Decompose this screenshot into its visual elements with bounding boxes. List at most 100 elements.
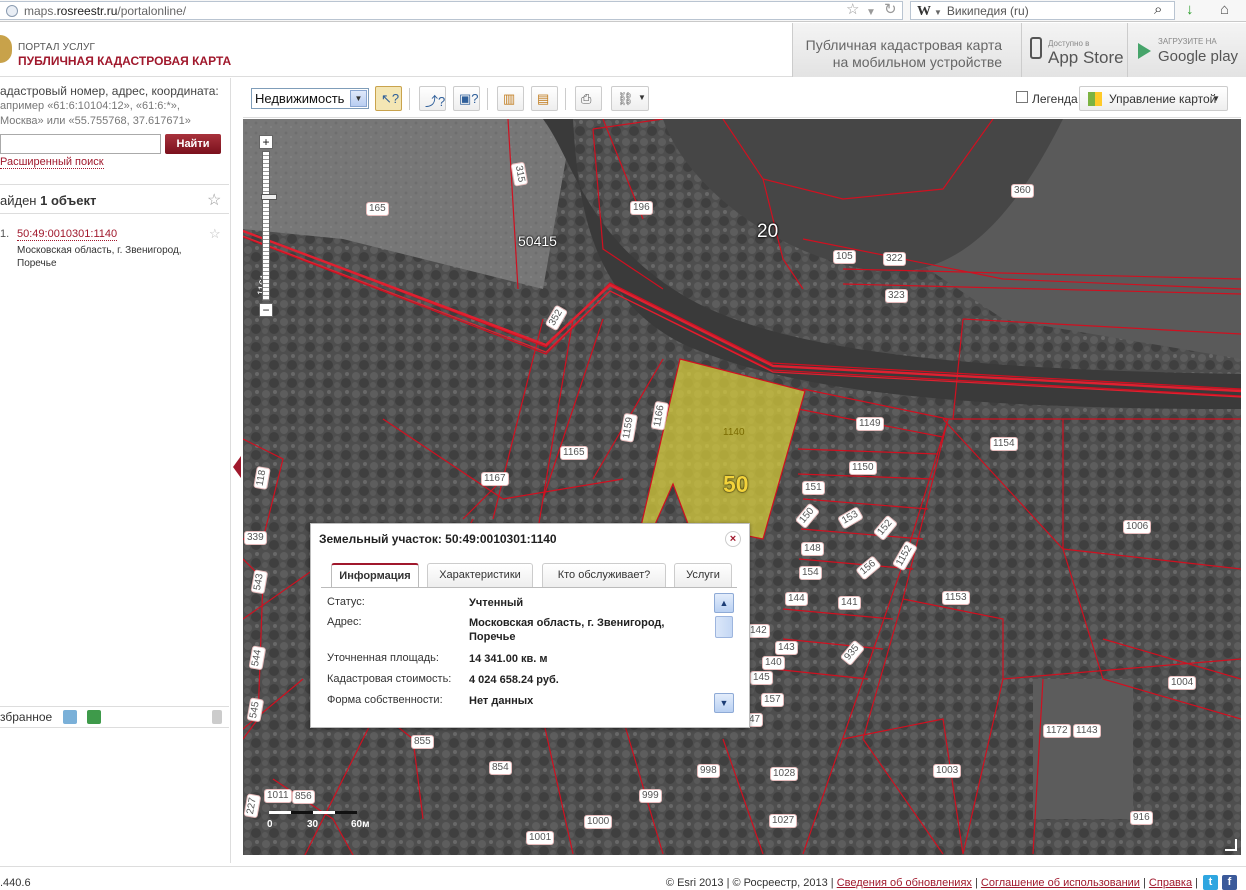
parcel-label[interactable]: 145 — [750, 671, 773, 685]
parcel-label[interactable]: 998 — [697, 764, 720, 778]
scale-label-30: 30 — [307, 819, 319, 830]
brand-title[interactable]: ПУБЛИЧНАЯ КАДАСТРОВАЯ КАРТА — [18, 54, 231, 68]
parcel-label[interactable]: 151 — [802, 481, 825, 495]
result-cadastral-link[interactable]: 50:49:0010301:1140 — [17, 228, 118, 241]
map-canvas[interactable]: 165 196 50415 315 105 322 323 360 352 11… — [243, 119, 1241, 855]
result-star-icon[interactable]: ☆ — [209, 226, 221, 242]
parcel-label[interactable]: 339 — [244, 531, 267, 545]
info-key: Уточненная площадь: — [327, 652, 439, 664]
legend-checkbox[interactable] — [1016, 91, 1028, 103]
identify-tool-button[interactable]: ↖? — [375, 86, 402, 111]
tab-who-serves[interactable]: Кто обслуживает? — [542, 563, 666, 587]
map-control-dropdown[interactable]: Управление картой ▼ — [1079, 86, 1228, 111]
facebook-icon[interactable]: f — [1222, 875, 1237, 890]
map-toolbar: Недвижимость ▼ ↖? ⤴? ▣? ▥ ▤ ⎙ ⛓ ▼ Легенда… — [243, 80, 1241, 118]
favorite-all-star-icon[interactable]: ☆ — [207, 190, 221, 210]
scroll-down-icon[interactable]: ▼ — [714, 693, 734, 713]
parcel-label[interactable]: 143 — [775, 641, 798, 655]
close-icon[interactable]: × — [725, 531, 741, 547]
parcel-label[interactable]: 1000 — [584, 815, 613, 829]
parcel-label[interactable]: 323 — [885, 289, 908, 303]
parcel-label[interactable]: 140 — [762, 656, 785, 670]
parcel-label[interactable]: 148 — [801, 542, 824, 556]
link-button[interactable]: ⛓ ▼ — [611, 86, 649, 111]
reload-icon[interactable]: ↻ — [884, 2, 897, 18]
tab-services[interactable]: Услуги — [674, 563, 732, 587]
parcel-label[interactable]: 916 — [1130, 811, 1153, 825]
parcel-label[interactable]: 856 — [292, 790, 315, 804]
measure-length-button[interactable]: ▥ — [497, 86, 524, 111]
parcel-label[interactable]: 1011 — [264, 789, 292, 803]
parcel-label[interactable]: 1143 — [1073, 724, 1101, 738]
popup-title: Земельный участок: 50:49:0010301:1140 — [319, 532, 557, 546]
phone-icon — [1030, 37, 1042, 59]
print-button[interactable]: ⎙ — [575, 86, 602, 111]
browser-address-bar: maps.rosreestr.ru/portalonline/ ☆ ▼ ↻ W ▼… — [0, 0, 1246, 22]
home-icon[interactable]: ⌂ — [1220, 2, 1229, 18]
scroll-up-icon[interactable]: ▲ — [714, 593, 734, 613]
parcel-label[interactable]: 1003 — [933, 764, 962, 778]
measure-path-button[interactable]: ⤴? — [419, 86, 446, 111]
selected-parcel-label[interactable]: 1140 — [721, 427, 747, 439]
parcel-label[interactable]: 1167 — [481, 472, 509, 486]
layer-select[interactable]: Недвижимость ▼ — [251, 88, 369, 109]
parcel-label[interactable]: 1006 — [1123, 520, 1152, 534]
parcel-label[interactable]: 1001 — [526, 831, 555, 845]
advanced-search-link[interactable]: Расширенный поиск — [0, 156, 104, 169]
parcel-label[interactable]: 142 — [747, 624, 770, 638]
excel-export-icon[interactable] — [87, 710, 101, 724]
resize-corner-icon[interactable] — [1225, 839, 1237, 851]
measure-area-button[interactable]: ▤ — [531, 86, 558, 111]
browser-search-field[interactable]: W ▼ Википедия (ru) — [910, 1, 1175, 20]
collapse-sidebar-arrow[interactable] — [233, 456, 241, 478]
parcel-label[interactable]: 855 — [411, 735, 434, 749]
help-link[interactable]: Справка — [1149, 877, 1192, 889]
parcel-label[interactable]: 360 — [1011, 184, 1034, 198]
area-identify-button[interactable]: ▣? — [453, 86, 480, 111]
parcel-label[interactable]: 154 — [799, 566, 822, 580]
parcel-label[interactable]: 322 — [883, 252, 906, 266]
parcel-label[interactable]: 144 — [785, 592, 808, 606]
engine-dropdown-icon[interactable]: ▼ — [934, 8, 942, 17]
parcel-label[interactable]: 999 — [639, 789, 662, 803]
zoom-out-button[interactable]: − — [259, 303, 273, 317]
zoom-slider-track[interactable] — [261, 151, 277, 301]
parcel-label[interactable]: 165 — [366, 202, 389, 216]
url-host: rosreestr.ru — [56, 4, 118, 18]
export-favorites-icon[interactable] — [63, 710, 77, 724]
parcel-label[interactable]: 1165 — [560, 446, 588, 460]
parcel-label[interactable]: 1153 — [942, 591, 970, 605]
terms-link[interactable]: Соглашение об использовании — [981, 877, 1140, 889]
googleplay-badge[interactable]: ЗАГРУЗИТЕ НА Google play — [1127, 23, 1246, 77]
zoom-slider-thumb[interactable] — [261, 194, 277, 200]
parcel-label[interactable]: 1154 — [990, 437, 1018, 451]
parcel-label[interactable]: 1027 — [769, 814, 798, 828]
parcel-label[interactable]: 854 — [489, 761, 512, 775]
updates-link[interactable]: Сведения об обновлениях — [837, 877, 972, 889]
search-button[interactable]: Найти — [165, 134, 221, 154]
magnifier-icon[interactable]: ⌕ — [1154, 2, 1162, 18]
cadastral-search-input[interactable] — [0, 134, 161, 154]
popup-scrollbar[interactable]: ▲ ▼ — [714, 593, 734, 713]
parcel-label[interactable]: 1028 — [770, 767, 799, 781]
zoom-in-button[interactable]: + — [259, 135, 273, 149]
twitter-icon[interactable]: t — [1203, 875, 1218, 890]
parcel-label[interactable]: 157 — [761, 693, 784, 707]
parcel-label[interactable]: 1149 — [856, 417, 884, 431]
url-dropdown-icon[interactable]: ▼ — [866, 5, 876, 21]
url-field[interactable]: maps.rosreestr.ru/portalonline/ — [0, 1, 903, 20]
parcel-label[interactable]: 1172 — [1043, 724, 1071, 738]
parcel-label[interactable]: 1150 — [849, 461, 877, 475]
download-icon[interactable]: ↓ — [1186, 2, 1194, 18]
tab-information[interactable]: Информация — [331, 563, 419, 588]
parcel-label[interactable]: 196 — [630, 201, 653, 215]
parcel-label[interactable]: 141 — [838, 596, 861, 610]
appstore-badge[interactable]: Доступно в App Store — [1021, 23, 1127, 77]
info-value: 4 024 658.24 руб. — [469, 674, 559, 686]
trash-icon[interactable] — [212, 710, 222, 724]
parcel-label[interactable]: 1004 — [1168, 676, 1197, 690]
bookmark-star-icon[interactable]: ☆ — [846, 2, 859, 18]
scroll-thumb[interactable] — [715, 616, 733, 638]
tab-characteristics[interactable]: Характеристики — [427, 563, 533, 587]
parcel-label[interactable]: 105 — [833, 250, 856, 264]
